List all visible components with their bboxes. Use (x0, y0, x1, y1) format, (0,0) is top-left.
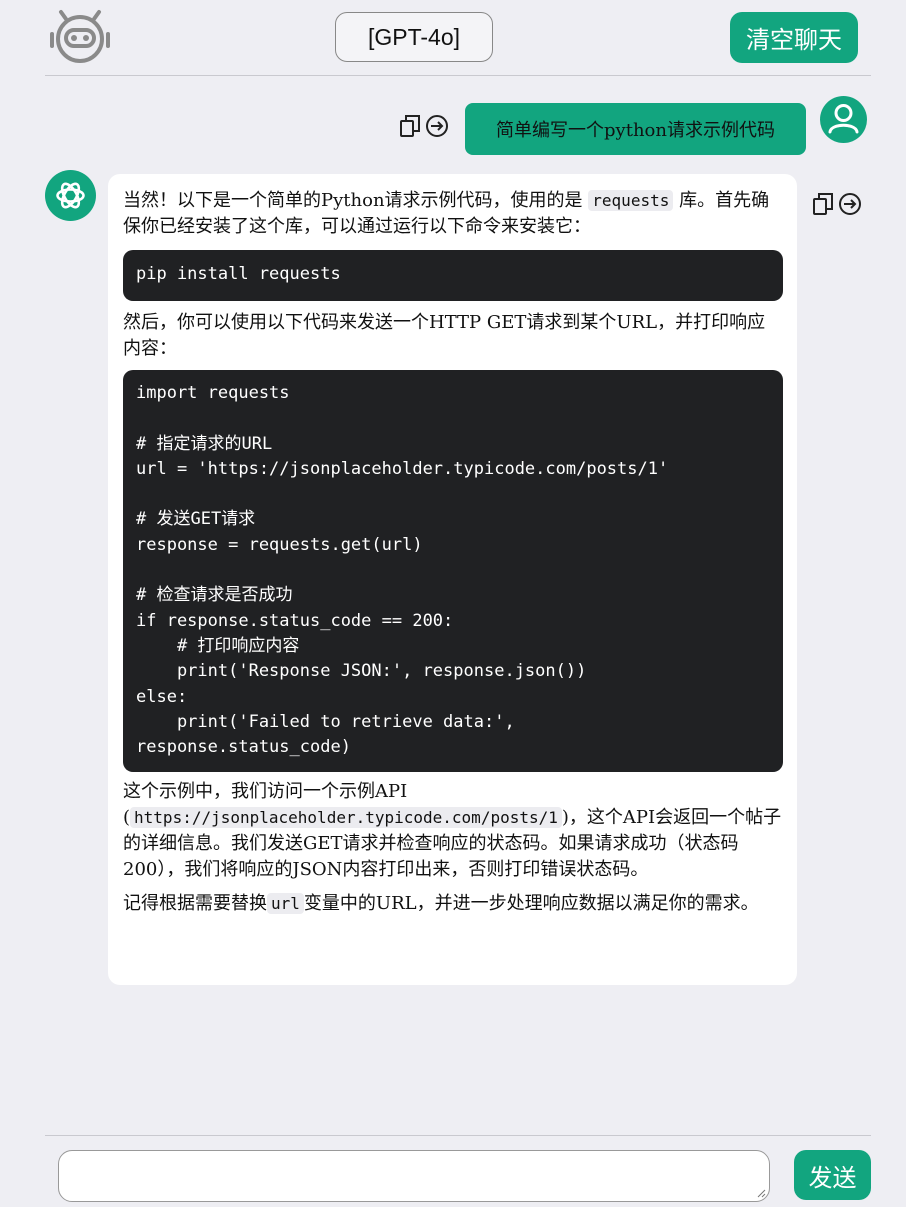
send-button[interactable]: 发送 (794, 1150, 871, 1200)
assistant-paragraph-3: 这个示例中，我们访问一个示例API (https://jsonplacehold… (123, 779, 783, 883)
header: [GPT-4o] 清空聊天 (0, 0, 906, 76)
footer-divider (45, 1135, 871, 1136)
user-message-actions (399, 114, 449, 138)
model-selector-button[interactable]: [GPT-4o] (335, 12, 493, 62)
assistant-paragraph-1: 当然！以下是一个简单的Python请求示例代码，使用的是 requests 库。… (123, 188, 783, 240)
user-icon (828, 104, 859, 134)
assistant-avatar (45, 170, 96, 221)
inline-code-url: https://jsonplaceholder.typicode.com/pos… (130, 807, 562, 828)
copy-icon[interactable] (399, 114, 421, 138)
header-divider (45, 75, 871, 76)
copy-icon[interactable] (812, 192, 834, 216)
user-message-bubble: 简单编写一个python请求示例代码 (465, 103, 806, 155)
text-span: 记得根据需要替换 (123, 893, 267, 914)
clear-chat-button[interactable]: 清空聊天 (730, 12, 858, 63)
text-span: 当然！以下是一个简单的Python请求示例代码，使用的是 (123, 190, 583, 211)
resize-grip-icon[interactable] (756, 1188, 766, 1198)
user-message-row: 简单编写一个python请求示例代码 (0, 96, 906, 160)
text-span: 变量中的URL，并进一步处理响应数据以满足你的需求。 (303, 893, 759, 914)
user-avatar (820, 96, 867, 143)
code-block-install: pip install requests (123, 250, 783, 301)
user-message-text: 简单编写一个python请求示例代码 (496, 120, 775, 141)
assistant-paragraph-4: 记得根据需要替换 url 变量中的URL，并进一步处理响应数据以满足你的需求。 (123, 891, 783, 917)
share-icon[interactable] (838, 192, 862, 216)
text-span: ( (123, 807, 131, 828)
assistant-message-actions (812, 192, 862, 216)
inline-code: requests (588, 190, 674, 211)
share-icon[interactable] (425, 114, 449, 138)
inline-code: url (267, 893, 304, 914)
chat-input[interactable] (58, 1150, 770, 1202)
openai-icon (56, 182, 85, 209)
code-block-example: import requests # 指定请求的URL url = 'https:… (123, 370, 783, 772)
assistant-message-bubble: 当然！以下是一个简单的Python请求示例代码，使用的是 requests 库。… (108, 174, 797, 985)
assistant-paragraph-2: 然后，你可以使用以下代码来发送一个HTTP GET请求到某个URL，并打印响应内… (123, 312, 766, 359)
text-span: 这个示例中，我们访问一个示例API (123, 781, 408, 802)
robot-icon (50, 10, 110, 63)
